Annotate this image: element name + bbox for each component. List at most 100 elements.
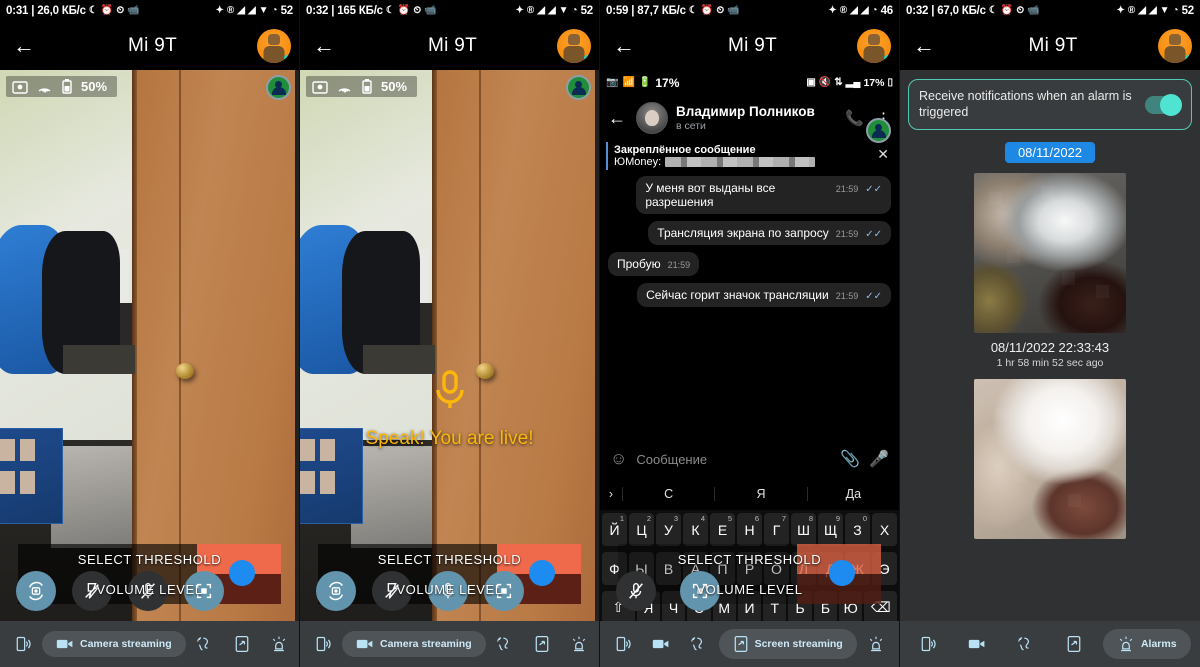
moon-icon: ☾ — [385, 5, 395, 16]
bottom-navigation: Camera streaming — [300, 621, 599, 667]
chat-bubble[interactable]: У меня вот выданы все разрешения 21:59 ✓… — [636, 176, 891, 214]
chat-back-button[interactable]: ← — [608, 108, 628, 129]
message-text: Пробую — [617, 257, 661, 271]
back-button[interactable]: ← — [900, 22, 948, 70]
read-receipt-icon: ✓✓ — [865, 229, 882, 240]
back-button[interactable]: ← — [0, 22, 48, 70]
chevron-right-icon[interactable]: › — [600, 487, 622, 501]
pinned-message[interactable]: Закреплённое сообщение ЮMoney: ✕ — [606, 142, 893, 170]
attach-icon[interactable]: 📎 — [840, 449, 860, 469]
battery-icon — [362, 79, 372, 94]
key[interactable]: 5Е — [710, 513, 735, 546]
close-icon[interactable]: ✕ — [877, 146, 889, 163]
nav-camera-streaming[interactable]: Camera streaming — [342, 631, 486, 657]
nav-alarms[interactable]: Alarms — [1102, 629, 1191, 659]
suggestion-chip[interactable]: Я — [714, 487, 806, 501]
avatar[interactable] — [857, 29, 891, 63]
key[interactable]: Х — [872, 513, 897, 546]
nav-device-broadcast[interactable] — [4, 629, 42, 659]
nav-listen[interactable] — [1007, 629, 1045, 659]
screen-mirror-stage[interactable]: 📷 📶 🔋 17% ▣ 🔇 ⇅ ▂▄ 17% ▯ ← Владимир Полн… — [600, 70, 899, 667]
avatar[interactable] — [257, 29, 291, 63]
overlay-battery-percent: 50% — [81, 79, 108, 94]
status-bar: 0:31 | 26,0 КБ/c ☾ ⏰ ⏲ 📹 ✦ ® ◢ ◢ ▼ ◔ 52 — [0, 0, 299, 22]
key[interactable]: 0З — [845, 513, 870, 546]
timer-icon: ⏲ — [413, 5, 422, 16]
key[interactable]: 1Й — [602, 513, 627, 546]
alarm-light-icon — [272, 636, 285, 652]
avatar[interactable] — [1158, 29, 1192, 63]
microphone-muted-button[interactable] — [616, 571, 656, 611]
nav-alarms[interactable] — [560, 629, 598, 659]
nav-camera-streaming[interactable]: Camera streaming — [42, 631, 186, 657]
chat-bubble[interactable]: Пробую 21:59 — [608, 252, 700, 276]
nav-screen-share[interactable] — [524, 629, 560, 659]
device-broadcast-icon — [16, 636, 31, 652]
avatar[interactable] — [557, 29, 591, 63]
nav-listen[interactable] — [186, 629, 224, 659]
notification-toggle[interactable] — [1145, 93, 1182, 116]
switch-camera-button[interactable] — [16, 571, 56, 611]
nav-screen-share[interactable]: Screen streaming — [718, 629, 857, 659]
screen-share-icon — [235, 636, 248, 652]
contact-bubble-avatar[interactable] — [266, 75, 291, 100]
nav-screen-share[interactable] — [1056, 629, 1092, 659]
key[interactable]: 6Н — [737, 513, 762, 546]
video-stage[interactable]: 50% Speak! You are live! SELECT THRESHOL… — [300, 70, 599, 667]
screen-share-icon — [1067, 636, 1081, 652]
video-stage[interactable]: 50% SELECT THRESHOLD VOLUME LEVEL Camera… — [0, 70, 299, 667]
cast-icon: ▣ — [806, 77, 816, 88]
nav-alarms[interactable] — [260, 629, 298, 659]
nav-camera-streaming[interactable] — [642, 631, 680, 657]
emoji-icon[interactable]: ☺ — [610, 449, 627, 469]
nav-device-broadcast[interactable] — [909, 629, 947, 659]
registered-icon: ® — [839, 5, 848, 16]
avatar-head — [268, 34, 280, 45]
nav-alarms[interactable] — [857, 629, 895, 659]
suggestion-chip[interactable]: Да — [806, 487, 899, 501]
message-time: 21:59 — [835, 184, 859, 194]
back-button[interactable]: ← — [300, 22, 348, 70]
alarm-snapshot[interactable] — [974, 173, 1126, 334]
call-icon[interactable]: 📞 — [845, 109, 864, 127]
nav-camera-streaming[interactable] — [958, 631, 996, 657]
signal-icon: ◢ — [237, 5, 245, 16]
bluetooth-icon: ✦ — [515, 5, 524, 16]
nav-screen-share[interactable] — [224, 629, 260, 659]
contact-bubble-avatar[interactable] — [566, 75, 591, 100]
nav-label: Alarms — [1140, 638, 1177, 650]
key[interactable]: 7Г — [764, 513, 789, 546]
message-input[interactable]: Сообщение — [636, 452, 831, 467]
battery-icon: ▯ — [887, 77, 893, 88]
key[interactable]: 9Щ — [818, 513, 843, 546]
contact-bubble-avatar[interactable] — [866, 118, 891, 143]
key[interactable]: 2Ц — [629, 513, 654, 546]
message-composer[interactable]: ☺ Сообщение 📎 🎤 — [600, 438, 899, 480]
slider-handle[interactable] — [529, 560, 555, 586]
notification-setting-card[interactable]: Receive notifications when an alarm is t… — [908, 79, 1192, 131]
slider-handle[interactable] — [829, 560, 855, 586]
nav-device-broadcast[interactable] — [304, 629, 342, 659]
nav-device-broadcast[interactable] — [604, 629, 642, 659]
battery-percent: 52 — [580, 5, 594, 17]
slider-handle[interactable] — [229, 560, 255, 586]
status-network-text: 0:59 | 87,7 КБ/c — [606, 5, 686, 17]
message-text: Сейчас горит значок трансляции — [646, 288, 829, 302]
voice-record-icon[interactable]: 🎤 — [869, 449, 889, 469]
contact-avatar[interactable] — [636, 102, 668, 134]
page-title: Mi 9T — [428, 35, 477, 56]
nav-listen[interactable] — [486, 629, 524, 659]
suggestion-chip[interactable]: С — [622, 487, 714, 501]
keyboard-suggestions: › С Я Да — [600, 480, 899, 508]
key[interactable]: 8Ш — [791, 513, 816, 546]
chat-bubble[interactable]: Сейчас горит значок трансляции 21:59 ✓✓ — [637, 283, 891, 307]
switch-camera-button[interactable] — [316, 571, 356, 611]
chat-bubble[interactable]: Трансляция экрана по запросу 21:59 ✓✓ — [648, 221, 891, 245]
registered-icon: ® — [526, 5, 535, 16]
screen-share-icon — [734, 636, 747, 652]
nav-listen[interactable] — [680, 629, 718, 659]
key[interactable]: 4К — [683, 513, 708, 546]
back-button[interactable]: ← — [600, 22, 648, 70]
key[interactable]: 3У — [656, 513, 681, 546]
alarm-snapshot[interactable] — [974, 379, 1126, 540]
